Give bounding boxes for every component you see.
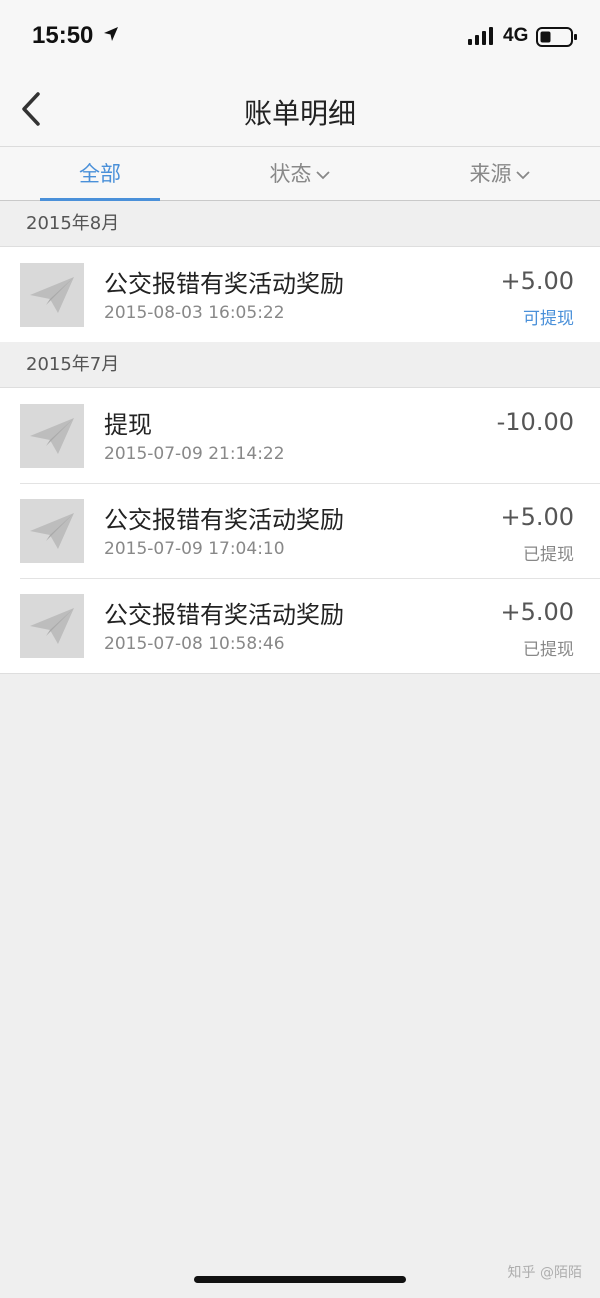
chevron-down-icon (515, 171, 530, 180)
transaction-thumbnail (20, 404, 84, 468)
transaction-amount: +5.00 (500, 598, 574, 626)
watermark: 知乎 @陌陌 (507, 1265, 582, 1281)
transaction-amount: +5.00 (500, 503, 574, 531)
transaction-time: 2015-07-08 10:58:46 (104, 634, 285, 654)
transaction-amount: +5.00 (500, 267, 574, 295)
transaction-thumbnail (20, 263, 84, 327)
paper-plane-icon (30, 277, 74, 313)
transaction-thumbnail (20, 594, 84, 658)
transaction-title: 提现 (104, 411, 152, 439)
nav-bar: 账单明细 (0, 72, 600, 147)
network-label: 4G (503, 25, 529, 46)
chevron-down-icon (315, 171, 330, 180)
transaction-row[interactable]: 提现 2015-07-09 21:14:22 -10.00 (0, 388, 600, 483)
tab-status[interactable]: 状态 (200, 147, 400, 200)
paper-plane-icon (30, 608, 74, 644)
transaction-status: 已提现 (523, 545, 574, 565)
home-indicator[interactable] (194, 1276, 406, 1283)
transaction-group-july: 提现 2015-07-09 21:14:22 -10.00 公交报错有奖活动奖励… (0, 387, 600, 674)
transaction-amount: -10.00 (496, 408, 574, 436)
tab-status-label: 状态 (269, 162, 312, 186)
transaction-title: 公交报错有奖活动奖励 (104, 506, 344, 534)
paper-plane-icon (30, 513, 74, 549)
tab-all[interactable]: 全部 (0, 147, 200, 200)
page-title: 账单明细 (243, 97, 356, 130)
transaction-status[interactable]: 可提现 (523, 304, 574, 329)
transaction-status: 已提现 (523, 640, 574, 660)
transaction-title: 公交报错有奖活动奖励 (104, 601, 344, 629)
transaction-row[interactable]: 公交报错有奖活动奖励 2015-07-08 10:58:46 +5.00 已提现 (0, 578, 600, 673)
transaction-thumbnail (20, 499, 84, 563)
status-time: 15:50 (32, 22, 94, 49)
transaction-row[interactable]: 公交报错有奖活动奖励 2015-08-03 16:05:22 +5.00 可提现 (0, 247, 600, 342)
section-header-july: 2015年7月 (0, 342, 600, 387)
location-arrow-icon (104, 27, 118, 41)
transaction-time: 2015-07-09 17:04:10 (104, 539, 285, 559)
transaction-group-august: 公交报错有奖活动奖励 2015-08-03 16:05:22 +5.00 可提现 (0, 246, 600, 343)
signal-icon (468, 27, 493, 45)
status-bar: 15:50 4G (0, 0, 600, 72)
paper-plane-icon (30, 418, 74, 454)
transaction-row[interactable]: 公交报错有奖活动奖励 2015-07-09 17:04:10 +5.00 已提现 (0, 483, 600, 578)
filter-tabs: 全部 状态 来源 (0, 147, 600, 201)
tab-all-label: 全部 (79, 162, 121, 186)
tab-source-label: 来源 (469, 162, 512, 186)
transaction-title: 公交报错有奖活动奖励 (104, 270, 344, 298)
transaction-time: 2015-08-03 16:05:22 (104, 303, 285, 323)
section-header-august: 2015年8月 (0, 201, 600, 246)
tab-source[interactable]: 来源 (400, 147, 600, 200)
transaction-time: 2015-07-09 21:14:22 (104, 444, 285, 464)
battery-icon (536, 27, 577, 47)
